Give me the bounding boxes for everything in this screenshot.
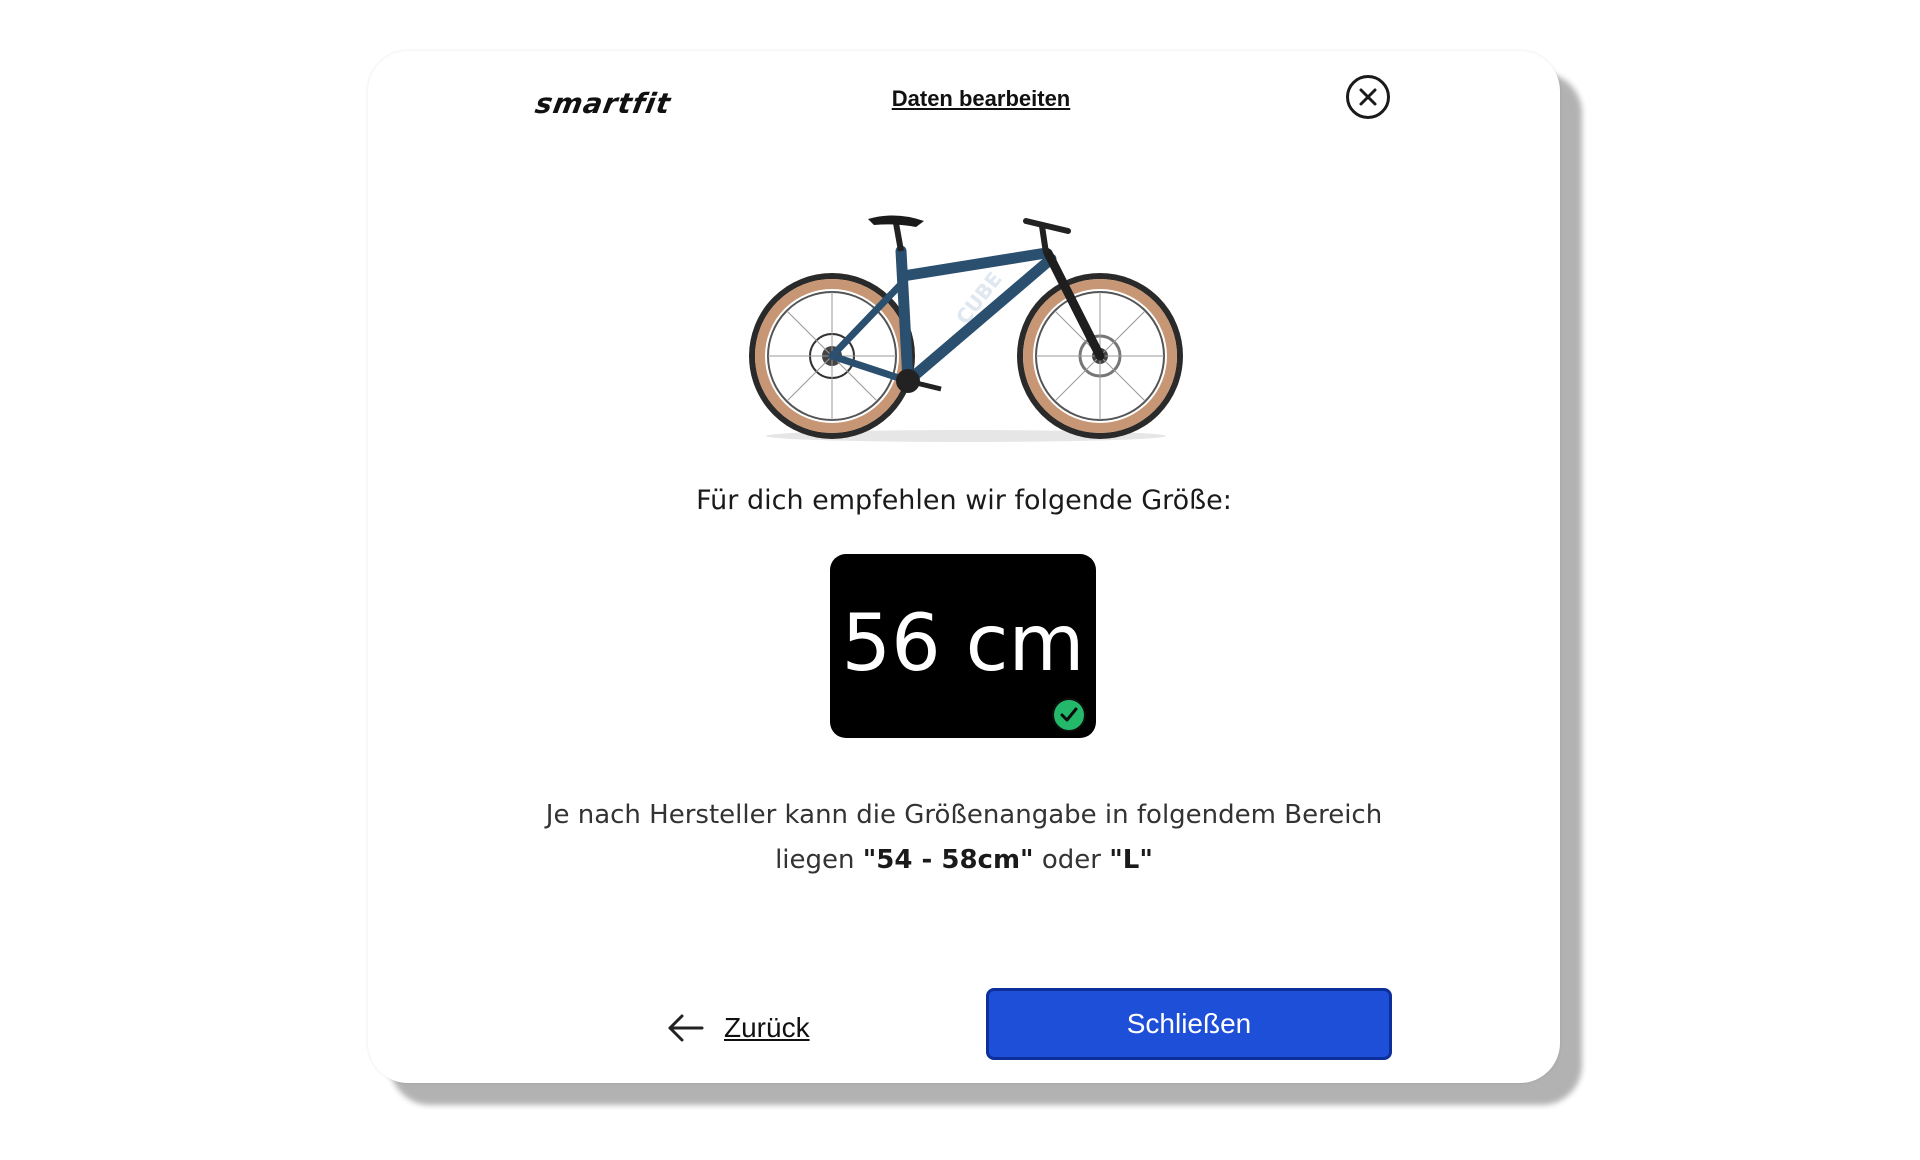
recommended-size-card: 56 cm bbox=[830, 554, 1096, 738]
recommendation-title: Für dich empfehlen wir folgende Größe: bbox=[696, 485, 1232, 516]
close-icon[interactable] bbox=[1346, 75, 1390, 119]
size-recommendation-modal: smartfit Daten bearbeiten CUBE Für dich … bbox=[368, 51, 1560, 1083]
size-range-connector: oder bbox=[1033, 845, 1110, 875]
back-button-label[interactable]: Zurück bbox=[724, 1012, 810, 1044]
close-button[interactable]: Schließen bbox=[986, 988, 1392, 1060]
bike-image: CUBE bbox=[749, 215, 1183, 442]
smartfit-logo: smartfit bbox=[532, 87, 674, 120]
size-range-info: Je nach Hersteller kann die Größenangabe… bbox=[518, 793, 1410, 883]
size-range-cm: "54 - 58cm" bbox=[862, 845, 1034, 875]
recommended-size-value: 56 cm bbox=[841, 599, 1085, 689]
arrow-left-icon bbox=[668, 1014, 704, 1042]
size-range-letter: "L" bbox=[1109, 845, 1153, 875]
check-icon bbox=[1052, 698, 1086, 732]
edit-data-link[interactable]: Daten bearbeiten bbox=[876, 86, 1086, 112]
